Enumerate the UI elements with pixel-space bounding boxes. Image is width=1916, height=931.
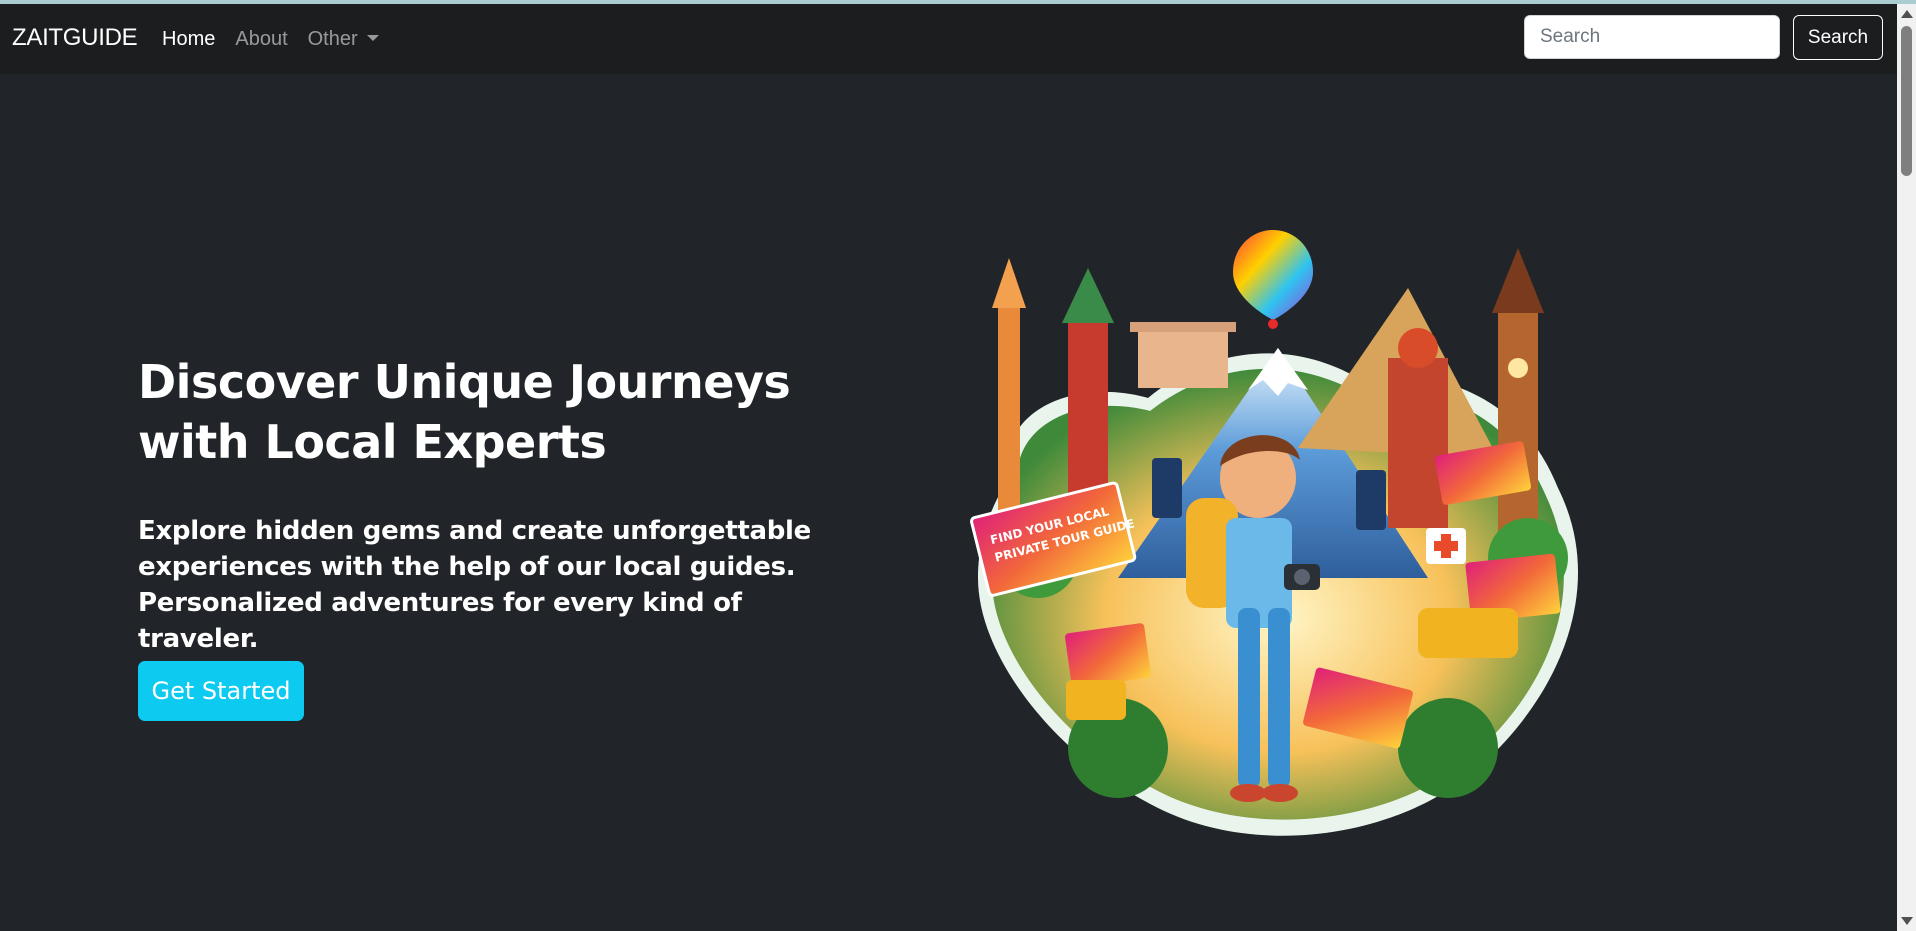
scroll-up-arrow-icon[interactable] [1901,10,1913,18]
nav-dropdown-other[interactable]: Other [308,28,379,51]
scroll-down-arrow-icon[interactable] [1901,917,1913,925]
search-button[interactable]: Search [1793,15,1883,60]
navbar: ZAITGUIDE Home About Other Search [0,4,1897,74]
brandenburg-gate [1138,328,1228,388]
get-started-button[interactable]: Get Started [138,661,304,721]
vertical-scrollbar[interactable] [1897,4,1916,931]
location-pin-icon [1233,230,1313,329]
big-ben-tower [1498,308,1538,538]
hero-lead: Explore hidden gems and create unforgett… [138,516,811,654]
yellow-van [1418,608,1518,658]
hero-title: Discover Unique Journeys with Local Expe… [138,355,791,469]
nav-dropdown-other-label: Other [307,28,358,50]
brand-logo[interactable]: ZAITGUIDE [12,24,138,52]
hero-illustration: FIND YOUR LOCAL PRIVATE TOUR GUIDE [970,230,1579,836]
scrollbar-thumb[interactable] [1901,26,1912,176]
nav-link-about[interactable]: About [235,28,287,51]
dropdown-caret-icon [366,34,379,41]
nav-links: Home About Other [162,28,399,51]
nav-link-home[interactable]: Home [162,28,215,51]
search-input[interactable] [1524,15,1780,59]
eiffel-tower [998,298,1020,518]
